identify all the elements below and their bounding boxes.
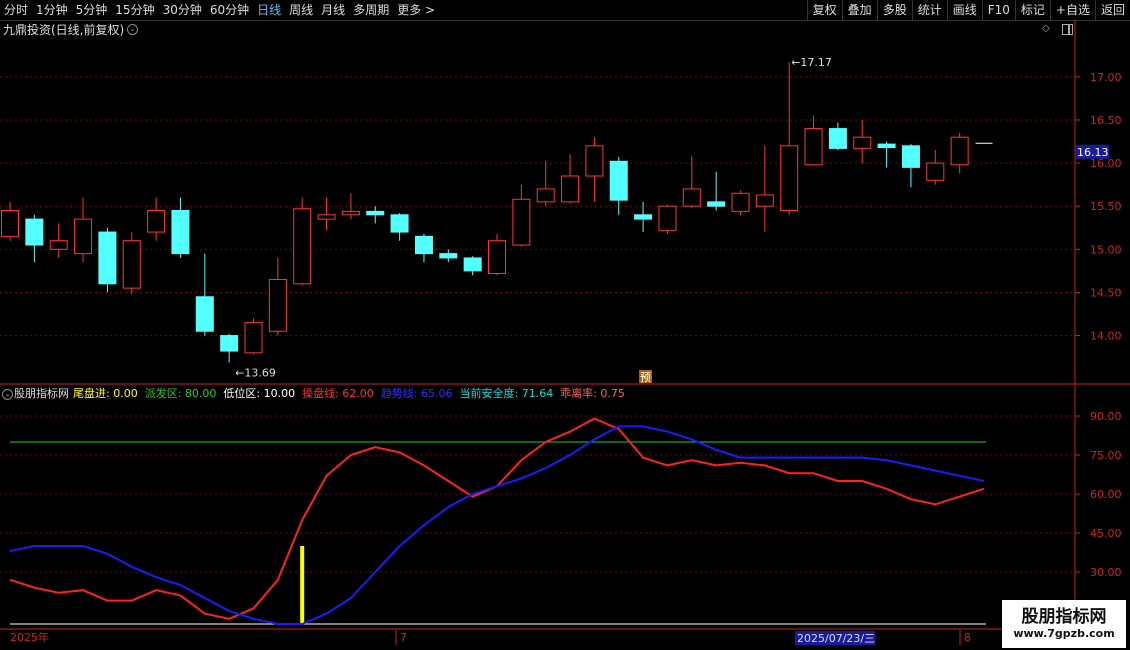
candle-body	[682, 188, 701, 207]
candle-body	[707, 201, 726, 207]
indicator-field: 低位区: 10.00	[223, 387, 296, 400]
candle-body	[853, 136, 872, 149]
price-tick-label: 14.50	[1090, 286, 1122, 299]
candle-body	[49, 240, 68, 250]
candle-body	[25, 218, 44, 246]
candle-body	[926, 162, 945, 181]
year-label: 2025年	[10, 630, 49, 644]
price-tick-label: 15.50	[1090, 200, 1122, 213]
last-price-label: 16.13	[1077, 146, 1109, 159]
indicator-field: 当前安全度: 71.64	[459, 387, 554, 400]
price-tick-label: 15.00	[1090, 243, 1122, 256]
low-price-label: ←13.69	[235, 366, 276, 379]
candle-body	[634, 214, 653, 220]
candle-body	[731, 192, 750, 212]
indicator-field: 趋势线: 65.06	[380, 387, 453, 400]
candle-body	[877, 143, 896, 149]
candle-body	[268, 279, 287, 332]
watermark: 股朋指标网 www.7gpzb.com	[1002, 600, 1126, 648]
indicator-field: 尾盘进: 0.00	[73, 387, 138, 400]
indicator-field: 操盘线: 62.00	[302, 387, 374, 400]
price-tick-label: 17.00	[1090, 71, 1122, 84]
chevron-down-icon[interactable]: ⌄	[2, 389, 13, 400]
candle-body	[317, 214, 336, 220]
indicator-header: ⌄ 股朋指标网 尾盘进: 0.00 派发区: 80.00 低位区: 10.00 操盘线…	[0, 386, 639, 402]
price-tick-label: 16.00	[1090, 157, 1122, 170]
indicator-series-line	[9, 417, 985, 620]
high-price-label: ←17.17	[791, 56, 832, 69]
indicator-fields: 尾盘进: 0.00 派发区: 80.00 低位区: 10.00 操盘线: 62.00 趋…	[73, 386, 632, 402]
candle-body	[804, 128, 823, 166]
candle-body	[439, 253, 458, 259]
candle-body	[244, 322, 263, 354]
candle-body	[1, 210, 19, 237]
indicator-series-line	[9, 425, 985, 625]
candle-body	[147, 210, 166, 233]
candle-body	[488, 240, 506, 274]
chart-canvas[interactable]: 14.00 14.50 15.00 15.50 16.00 16.50 17.00 30.00…	[0, 0, 1130, 650]
cursor-date-label: 2025/07/23/三	[797, 632, 875, 645]
candle-body	[755, 194, 774, 207]
candle-body	[195, 296, 214, 332]
indicator-field: 派发区: 80.00	[144, 387, 217, 400]
candle-body	[366, 210, 385, 216]
candle-body	[171, 210, 190, 255]
candle-body	[658, 205, 677, 231]
candle-body	[390, 214, 409, 233]
month-label: 8	[964, 631, 971, 644]
indicator-name[interactable]: 股朋指标网	[14, 386, 69, 402]
candle-body	[98, 231, 117, 285]
indicator-field: 乖离率: 0.75	[560, 387, 625, 400]
candle-body	[901, 145, 920, 168]
candle-body	[536, 188, 555, 203]
candle-body	[414, 235, 433, 255]
candle-body	[561, 175, 580, 203]
forecast-marker-label: 预	[640, 371, 651, 384]
candle-body	[512, 198, 531, 246]
watermark-title: 股朋指标网	[1021, 607, 1107, 627]
candle-body	[950, 136, 969, 166]
indicator-tick-label: 60.00	[1090, 488, 1122, 501]
watermark-url: www.7gpzb.com	[1013, 627, 1115, 640]
price-tick-label: 16.50	[1090, 114, 1122, 127]
indicator-tick-label: 90.00	[1090, 410, 1122, 423]
month-label: 7	[400, 631, 407, 644]
candle-body	[609, 160, 628, 201]
candle-body	[293, 208, 312, 285]
indicator-tick-label: 30.00	[1090, 566, 1122, 579]
candle-body	[220, 335, 239, 352]
indicator-tick-label: 75.00	[1090, 449, 1122, 462]
candle-body	[463, 257, 482, 272]
candle-body	[828, 128, 847, 149]
candle-body	[780, 145, 799, 211]
candle-body	[341, 210, 360, 216]
candle-body	[585, 145, 604, 177]
candle-body	[74, 218, 93, 255]
price-tick-label: 14.00	[1090, 330, 1122, 343]
candle-body	[122, 240, 141, 289]
indicator-tick-label: 45.00	[1090, 527, 1122, 540]
